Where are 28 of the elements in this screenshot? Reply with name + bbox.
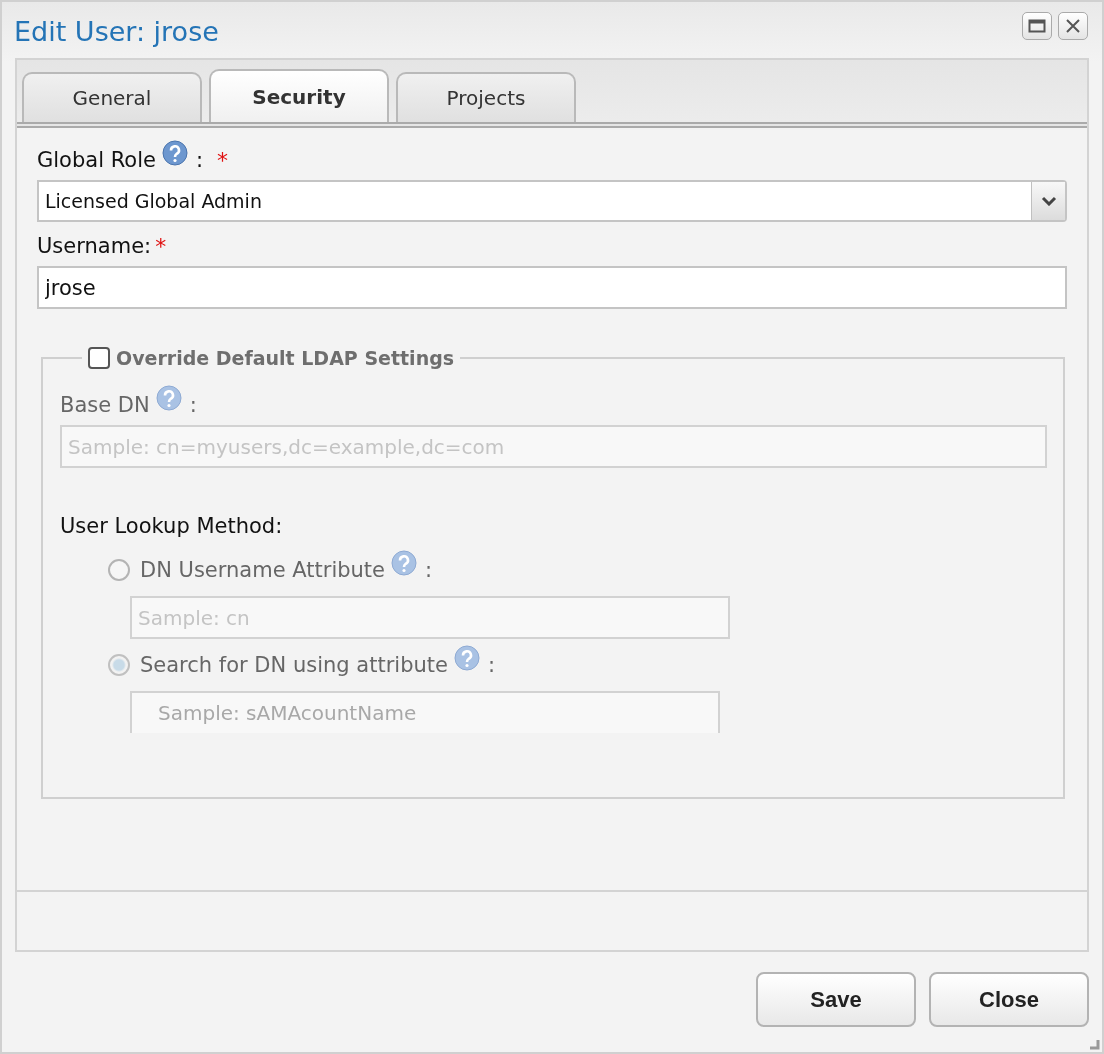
required-mark: * bbox=[155, 233, 167, 259]
tab[interactable]: Security bbox=[209, 69, 389, 122]
close-button[interactable] bbox=[1058, 12, 1088, 40]
field-label: Base DN bbox=[60, 393, 150, 417]
maximize-button[interactable] bbox=[1022, 12, 1052, 40]
radio-label: DN Username Attribute bbox=[140, 558, 385, 582]
section-label: User Lookup Method: bbox=[60, 513, 284, 540]
field-label: Username: bbox=[37, 234, 152, 258]
role-dropdown[interactable]: Licensed Global Admin bbox=[37, 180, 1067, 222]
maximize-icon bbox=[1028, 19, 1046, 33]
required-mark: * bbox=[217, 147, 228, 173]
field-label: Global Role bbox=[37, 148, 156, 172]
colon-label: : bbox=[487, 653, 495, 677]
window-title: Edit User: jrose bbox=[14, 15, 219, 47]
checkbox-label: Override Default LDAP Settings bbox=[116, 347, 455, 369]
username-field[interactable]: jrose bbox=[37, 266, 1067, 309]
tab[interactable]: Projects bbox=[396, 72, 576, 122]
colon-label: : bbox=[195, 148, 203, 172]
colon-label: : bbox=[189, 393, 197, 417]
dialog-button[interactable]: Close bbox=[929, 972, 1089, 1027]
tab[interactable]: General bbox=[22, 72, 202, 122]
help-icon[interactable] bbox=[161, 140, 188, 166]
close-icon bbox=[1065, 18, 1081, 34]
resize-grip-icon[interactable] bbox=[1090, 1040, 1100, 1050]
dialog-button[interactable]: Save bbox=[756, 972, 916, 1027]
chevron-down-icon bbox=[1040, 196, 1057, 206]
radio-label: Search for DN using attribute bbox=[140, 653, 448, 677]
colon-label: : bbox=[425, 558, 433, 582]
